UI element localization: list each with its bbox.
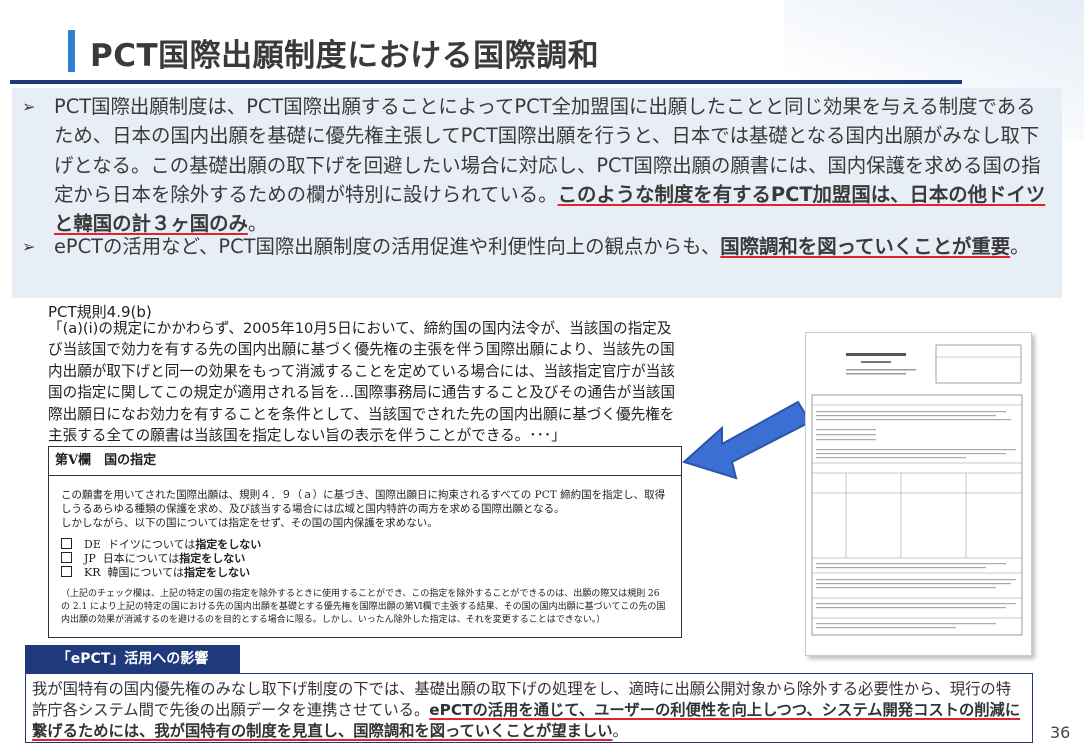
slide-title: PCT国際出願制度における国際調和 (90, 38, 600, 74)
country-text: 日本については (102, 552, 180, 565)
country-bold: 指定をしない (183, 566, 250, 579)
form-paragraph-text: この願書を用いてされた国際出願は、規則４．９（ａ）に基づき、国際出願日に拘束され… (61, 489, 666, 515)
title-accent-bar (68, 30, 75, 72)
bullet-text: PCT国際出願制度は、PCT国際出願することによってPCT全加盟国に出願したこと… (54, 92, 1054, 238)
left-arrow-icon (682, 400, 812, 480)
form-section-header: 第Ⅴ欄 国の指定 (49, 447, 681, 476)
country-text: 韓国については (107, 566, 184, 579)
country-bold: 指定をしない (195, 538, 262, 551)
application-form-thumbnail (805, 332, 1032, 656)
form-note: （上記のチェック欄は、上記の特定の国の指定を除外するときに使用することができ、こ… (61, 589, 666, 625)
country-code: DE (84, 538, 101, 551)
form-excerpt-image: 第Ⅴ欄 国の指定 この願書を用いてされた国際出願は、規則４．９（ａ）に基づき、国… (48, 446, 682, 638)
epct-impact-box: 我が国特有の国内優先権のみなし取下げ制度の下では、基礎出願の取下げの処理をし、適… (25, 673, 1033, 743)
rule-quote-text: 「(a)(i)の規定にかかわらず、2005年10月5日において、締約国の国内法令… (48, 320, 676, 445)
form-exception-text: しかしながら、以下の国については指定をせず、その国の国内保護を求めない。 (61, 517, 438, 529)
arrow-bullet-icon: ➢ (22, 237, 36, 256)
bullet-text: ePCTの活用など、PCT国際出願制度の活用促進や利便性向上の観点からも、国際調… (54, 232, 1054, 261)
bullet-body: ePCTの活用など、PCT国際出願制度の活用促進や利便性向上の観点からも、 (54, 235, 721, 258)
bullet-emphasis: 国際調和を図っていくことが重要 (720, 235, 1011, 258)
country-code: JP (84, 552, 96, 565)
epct-tail: 。 (612, 722, 628, 740)
country-bold: 指定をしない (179, 552, 246, 565)
title-underline-rule (10, 80, 962, 84)
epct-impact-label: 「ePCT」活用への影響 (25, 645, 240, 673)
country-text: ドイツについては (107, 538, 196, 551)
checkbox-row-kr: KR 韓国については指定をしない (49, 566, 681, 580)
arrow-bullet-icon: ➢ (22, 97, 36, 116)
country-code: KR (84, 566, 101, 579)
checkbox-icon (61, 566, 72, 577)
checkbox-row-de: DE ドイツについては指定をしない (49, 538, 681, 552)
page-number: 36 (1050, 723, 1071, 742)
bullet-tail: 。 (1010, 235, 1030, 258)
checkbox-icon (61, 552, 72, 563)
checkbox-row-jp: JP 日本については指定をしない (49, 552, 681, 566)
form-paragraph: この願書を用いてされた国際出願は、規則４．９（ａ）に基づき、国際出願日に拘束され… (49, 476, 681, 530)
checkbox-icon (61, 538, 72, 549)
